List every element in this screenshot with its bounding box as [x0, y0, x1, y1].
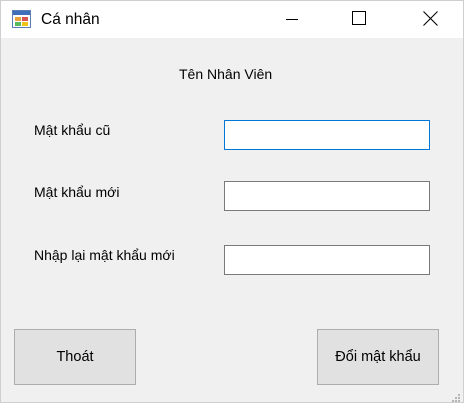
window-title: Cá nhân — [41, 11, 100, 28]
old-password-field[interactable] — [224, 120, 430, 150]
new-password-label: Mật khẩu mới — [34, 184, 120, 200]
exit-button[interactable]: Thoát — [14, 329, 136, 385]
maximize-icon — [352, 11, 366, 28]
title-bar[interactable]: Cá nhân — [1, 1, 463, 38]
new-password-field[interactable] — [224, 181, 430, 211]
maximize-button[interactable] — [336, 1, 382, 38]
confirm-password-label: Nhập lại mật khẩu mới — [34, 247, 175, 263]
old-password-label: Mật khẩu cũ — [34, 122, 111, 138]
form-body: Tên Nhân Viên Mật khẩu cũ Mật khẩu mới N… — [1, 38, 463, 402]
form-app-icon — [12, 10, 31, 28]
change-password-window: Cá nhân Tên Nhân Viên Mật khẩu cũ Mật kh… — [0, 0, 464, 403]
close-button[interactable] — [407, 1, 453, 38]
close-icon — [422, 10, 438, 29]
minimize-button[interactable] — [269, 1, 315, 38]
minimize-icon — [286, 12, 298, 28]
confirm-password-field[interactable] — [224, 245, 430, 275]
employee-name-label: Tên Nhân Viên — [179, 66, 273, 82]
change-password-button[interactable]: Đổi mật khẩu — [317, 329, 439, 385]
resize-grip-icon[interactable] — [451, 390, 461, 402]
